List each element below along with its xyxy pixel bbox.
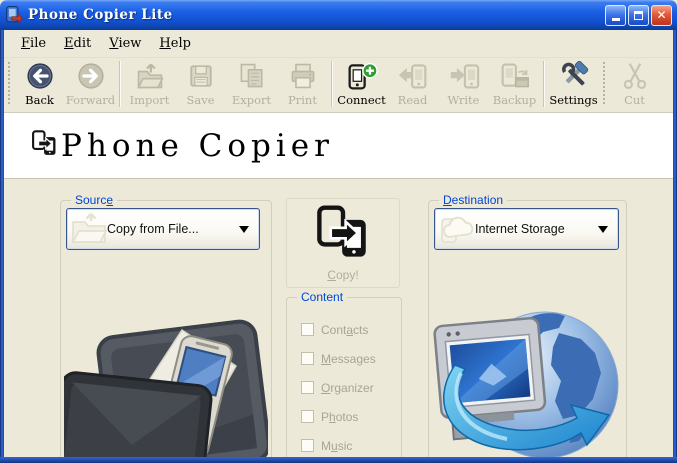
window-title: Phone Copier Lite xyxy=(28,7,173,23)
checkbox-label: Music xyxy=(321,438,353,453)
menu-file[interactable]: File xyxy=(12,33,55,54)
toolbar-button-label: Import xyxy=(129,93,170,107)
titlebar: Phone Copier Lite ✕ xyxy=(0,0,677,30)
window-border-left xyxy=(0,30,4,463)
checkbox-photos[interactable] xyxy=(301,410,314,423)
phone-app-icon xyxy=(5,6,23,24)
cut-icon xyxy=(620,60,650,92)
content-row-organizer: Organizer xyxy=(301,373,376,402)
menu-bar: File Edit View Help xyxy=(4,30,673,58)
content-row-photos: Photos xyxy=(301,402,376,431)
toolbar-separator xyxy=(543,61,545,107)
toolbar-grip xyxy=(602,62,606,106)
phones-folder-image xyxy=(51,304,271,463)
toolbar-print-button[interactable]: Print xyxy=(277,58,328,110)
chevron-down-icon xyxy=(239,226,249,233)
maximize-icon xyxy=(634,10,643,20)
toolbar-separator xyxy=(331,61,333,107)
source-dropdown-value: Copy from File... xyxy=(107,222,199,236)
content-checkbox-list: Contacts Messages Organizer Photos Music xyxy=(301,315,376,460)
toolbar-read-button[interactable]: Read xyxy=(387,58,438,110)
copy-button[interactable]: Copy! xyxy=(286,198,400,288)
close-button[interactable]: ✕ xyxy=(651,4,672,26)
toolbar-button-label: Backup xyxy=(492,93,537,107)
toolbar-button-label: Back xyxy=(25,93,54,107)
toolbar: Back Forward Import Save Export Print Connect R… xyxy=(4,58,673,113)
forward-icon xyxy=(76,60,106,92)
destination-dropdown[interactable]: Internet Storage xyxy=(434,208,619,250)
source-group-label: Source xyxy=(71,193,118,207)
phone-copier-icon xyxy=(31,130,58,161)
content-group-label: Content xyxy=(297,290,348,304)
cloud-phone-icon xyxy=(438,212,476,249)
toolbar-back-button[interactable]: Back xyxy=(14,58,65,110)
checkbox-label: Photos xyxy=(321,409,359,424)
toolbar-grip xyxy=(7,62,11,106)
toolbar-forward-button[interactable]: Forward xyxy=(65,58,116,110)
export-icon xyxy=(237,60,267,92)
toolbar-export-button[interactable]: Export xyxy=(226,58,277,110)
page-title: Phone Copier xyxy=(61,127,334,164)
menu-help[interactable]: Help xyxy=(150,33,200,54)
toolbar-button-label: Print xyxy=(288,93,317,107)
app-header: Phone Copier xyxy=(4,113,673,178)
toolbar-save-button[interactable]: Save xyxy=(175,58,226,110)
checkbox-label: Organizer xyxy=(321,380,374,395)
checkbox-messages[interactable] xyxy=(301,352,314,365)
destination-group-label: Destination xyxy=(439,193,508,207)
toolbar-write-button[interactable]: Write xyxy=(438,58,489,110)
menu-view[interactable]: View xyxy=(100,33,150,54)
minimize-icon xyxy=(611,18,620,21)
toolbar-button-label: Settings xyxy=(549,93,598,107)
toolbar-connect-button[interactable]: Connect xyxy=(336,58,387,110)
toolbar-button-label: Save xyxy=(186,93,215,107)
content-groupbox: Content Contacts Messages Organizer Photos M… xyxy=(286,290,402,463)
content-row-contacts: Contacts xyxy=(301,315,376,344)
copy-phones-icon xyxy=(315,204,371,264)
globe-computer-image xyxy=(431,301,623,459)
toolbar-button-label: Cut xyxy=(624,93,645,107)
toolbar-button-label: Write xyxy=(447,93,480,107)
toolbar-import-button[interactable]: Import xyxy=(124,58,175,110)
close-icon: ✕ xyxy=(656,8,667,22)
checkbox-music[interactable] xyxy=(301,439,314,452)
maximize-button[interactable] xyxy=(628,4,649,26)
toolbar-cut-button[interactable]: Cut xyxy=(609,58,660,110)
print-icon xyxy=(288,60,318,92)
folder-icon xyxy=(70,212,108,249)
copy-button-label: Copy! xyxy=(327,267,359,282)
toolbar-button-label: Export xyxy=(231,93,272,107)
save-icon xyxy=(186,60,216,92)
checkbox-label: Messages xyxy=(321,351,376,366)
write-icon xyxy=(448,60,480,92)
chevron-down-icon xyxy=(598,226,608,233)
toolbar-button-label: Connect xyxy=(337,93,386,107)
checkbox-organizer[interactable] xyxy=(301,381,314,394)
import-icon xyxy=(135,60,165,92)
window-border-right xyxy=(673,30,677,463)
toolbar-settings-button[interactable]: Settings xyxy=(548,58,599,110)
content-row-messages: Messages xyxy=(301,344,376,373)
checkbox-label: Contacts xyxy=(321,322,369,337)
backup-icon xyxy=(499,60,531,92)
destination-dropdown-value: Internet Storage xyxy=(475,222,565,236)
back-icon xyxy=(25,60,55,92)
checkbox-contacts[interactable] xyxy=(301,323,314,336)
settings-icon xyxy=(558,60,590,92)
source-dropdown[interactable]: Copy from File... xyxy=(66,208,260,250)
window-border-bottom xyxy=(0,457,677,463)
toolbar-separator xyxy=(119,61,121,107)
connect-icon xyxy=(346,60,378,92)
read-icon xyxy=(397,60,429,92)
menu-edit[interactable]: Edit xyxy=(55,33,100,54)
app-window: Phone Copier Lite ✕ File Edit View Help Bac… xyxy=(0,0,677,463)
minimize-button[interactable] xyxy=(605,4,626,26)
toolbar-button-label: Forward xyxy=(65,93,116,107)
content-row-music: Music xyxy=(301,431,376,460)
toolbar-button-label: Read xyxy=(397,93,428,107)
toolbar-backup-button[interactable]: Backup xyxy=(489,58,540,110)
